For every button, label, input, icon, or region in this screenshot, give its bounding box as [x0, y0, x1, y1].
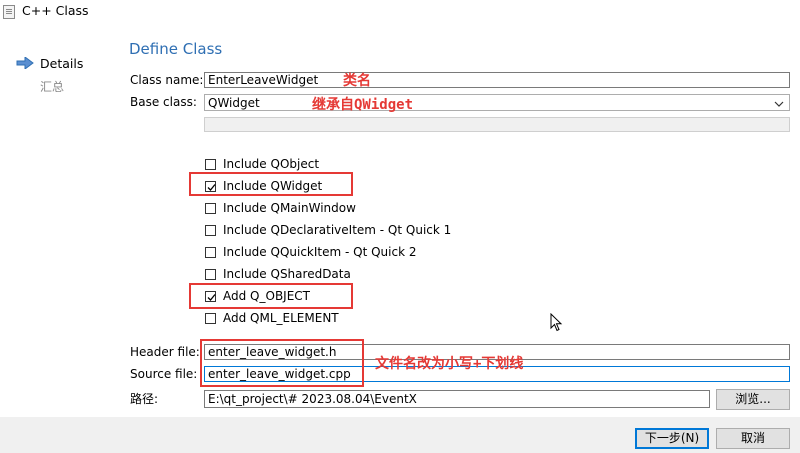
- nav-item-details[interactable]: Details: [40, 56, 83, 71]
- class-name-label: Class name:: [130, 73, 204, 87]
- base-class-label: Base class:: [130, 95, 197, 109]
- checkbox-label: Include QSharedData: [223, 267, 351, 281]
- class-name-input[interactable]: EnterLeaveWidget: [204, 72, 790, 88]
- base-class-annotation: 继承自QWidget: [312, 97, 414, 113]
- disabled-field: [204, 117, 790, 132]
- checkbox-include-qdeclarativeitem[interactable]: Include QDeclarativeItem - Qt Quick 1: [205, 223, 505, 241]
- checkbox-box[interactable]: [205, 313, 216, 324]
- checkbox-label: Include QDeclarativeItem - Qt Quick 1: [223, 223, 452, 237]
- document-icon: [3, 5, 15, 19]
- checkbox-box[interactable]: [205, 269, 216, 280]
- browse-button[interactable]: 浏览...: [716, 389, 790, 410]
- chevron-down-icon: [774, 97, 784, 107]
- checkbox-box[interactable]: [205, 203, 216, 214]
- checkbox-box[interactable]: [205, 225, 216, 236]
- highlight-box-file-names: [200, 339, 364, 387]
- file-name-annotation: 文件名改为小写+下划线: [375, 356, 524, 372]
- path-input[interactable]: E:\qt_project\# 2023.08.04\EventX: [204, 390, 710, 408]
- title-bar: C++ Class: [0, 0, 800, 26]
- nav-item-summary[interactable]: 汇总: [40, 78, 64, 95]
- checkbox-include-qquickitem[interactable]: Include QQuickItem - Qt Quick 2: [205, 245, 505, 263]
- checkbox-add-qml-element[interactable]: Add QML_ELEMENT: [205, 311, 505, 329]
- window-title: C++ Class: [22, 3, 89, 18]
- checkbox-include-qmainwindow[interactable]: Include QMainWindow: [205, 201, 505, 219]
- path-label: 路径:: [130, 392, 159, 406]
- highlight-box-qwidget: [189, 172, 353, 196]
- checkbox-label: Include QMainWindow: [223, 201, 356, 215]
- next-button[interactable]: 下一步(N): [635, 428, 709, 449]
- header-file-label: Header file:: [130, 345, 200, 359]
- cancel-button[interactable]: 取消: [716, 428, 790, 449]
- mouse-cursor-icon: [550, 312, 564, 336]
- class-name-annotation: 类名: [343, 73, 371, 89]
- checkbox-label: Add QML_ELEMENT: [223, 311, 339, 325]
- base-class-select[interactable]: QWidget: [204, 94, 790, 111]
- checkbox-label: Include QObject: [223, 157, 320, 171]
- page-title: Define Class: [129, 40, 223, 58]
- base-class-value: QWidget: [208, 96, 260, 110]
- checkbox-box[interactable]: [205, 247, 216, 258]
- checkbox-label: Include QQuickItem - Qt Quick 2: [223, 245, 417, 259]
- arrow-right-icon: [16, 56, 34, 70]
- checkbox-box[interactable]: [205, 159, 216, 170]
- highlight-box-q-object: [189, 283, 353, 309]
- source-file-label: Source file:: [130, 367, 198, 381]
